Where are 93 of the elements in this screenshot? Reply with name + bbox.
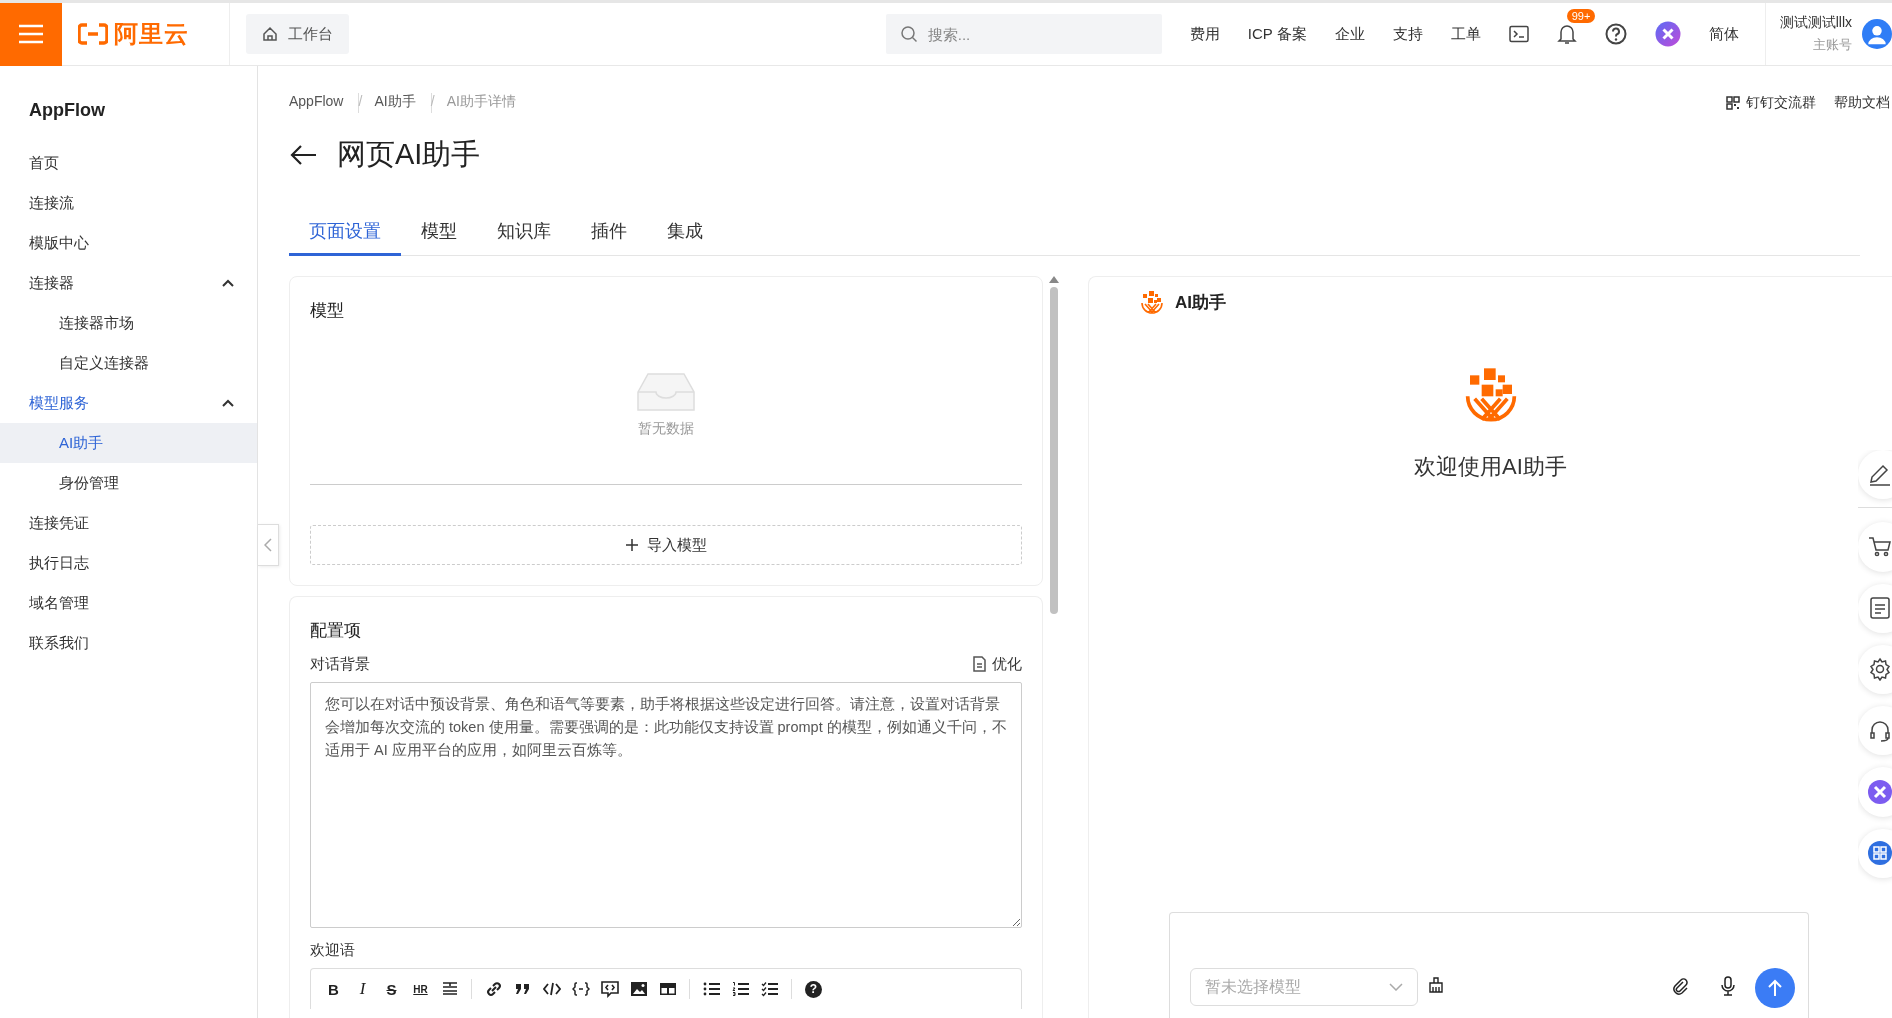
- nav-link[interactable]: 企业: [1334, 24, 1365, 44]
- language-link[interactable]: 简体: [1708, 24, 1739, 44]
- plus-icon: [625, 538, 639, 552]
- search-field[interactable]: 搜索...: [885, 14, 1162, 54]
- tab[interactable]: 插件: [571, 213, 647, 256]
- paperclip-icon[interactable]: [1672, 977, 1688, 995]
- sidebar-item[interactable]: 自定义连接器: [0, 343, 257, 383]
- menu-icon: [18, 24, 44, 44]
- code-block-icon[interactable]: [571, 980, 590, 998]
- import-model-button[interactable]: 导入模型: [310, 525, 1022, 565]
- breadcrumb-current: AI助手详情: [446, 93, 516, 111]
- header-link[interactable]: 钉钉交流群: [1726, 94, 1816, 112]
- sidebar-item[interactable]: 模版中心: [0, 223, 257, 263]
- apps-icon[interactable]: [1868, 841, 1892, 866]
- document-icon[interactable]: [1868, 596, 1892, 621]
- sidebar-item[interactable]: 连接凭证: [0, 503, 257, 543]
- heading-icon[interactable]: [440, 980, 459, 998]
- breadcrumb-link[interactable]: AI助手: [374, 93, 416, 113]
- nav-link[interactable]: 支持: [1392, 24, 1423, 44]
- nav-link[interactable]: 工单: [1450, 24, 1481, 44]
- chevron-icon: [221, 398, 235, 408]
- field-label: 欢迎语: [310, 940, 355, 960]
- collapse-handle[interactable]: [258, 524, 279, 566]
- chevron-left-icon: [264, 538, 272, 552]
- microphone-icon[interactable]: [1720, 976, 1736, 996]
- assistant-logo-icon: [1141, 291, 1163, 314]
- account-role: 主账号: [1813, 36, 1852, 54]
- scroll-up-icon[interactable]: [1049, 276, 1059, 283]
- field-label: 对话背景: [310, 654, 370, 674]
- help-icon[interactable]: [1604, 23, 1627, 45]
- hr-button[interactable]: HR: [408, 976, 433, 1002]
- sidebar-item[interactable]: 联系我们: [0, 623, 257, 663]
- comment-icon[interactable]: [600, 980, 619, 998]
- terminal-icon[interactable]: [1508, 25, 1529, 43]
- qr-code-icon: [1726, 96, 1740, 110]
- task-list-icon[interactable]: [760, 980, 779, 998]
- sidebar-item[interactable]: 连接流: [0, 183, 257, 223]
- code-icon[interactable]: [542, 980, 561, 998]
- card-title: 配置项: [310, 620, 362, 642]
- chevron-down-icon: [1389, 983, 1403, 991]
- bullet-list-icon[interactable]: [702, 980, 721, 998]
- tab[interactable]: 集成: [647, 213, 723, 256]
- sidebar-item[interactable]: 首页: [0, 143, 257, 183]
- breadcrumb-link[interactable]: AppFlow: [289, 93, 344, 113]
- image-icon[interactable]: [629, 980, 648, 998]
- italic-button[interactable]: I: [350, 976, 375, 1002]
- sidebar-item[interactable]: 连接器市场: [0, 303, 257, 343]
- chevron-icon: [221, 278, 235, 288]
- empty-text: 暂无数据: [638, 420, 694, 438]
- send-button[interactable]: [1755, 968, 1795, 1008]
- sidebar-item[interactable]: 域名管理: [0, 583, 257, 623]
- headset-icon[interactable]: [1868, 718, 1892, 743]
- edit-icon[interactable]: [1868, 462, 1892, 487]
- notification-badge: 99+: [1566, 9, 1596, 23]
- page-title: 网页AI助手: [337, 137, 481, 172]
- nav-link[interactable]: 费用: [1189, 24, 1220, 44]
- cross-logo-icon[interactable]: [1868, 780, 1892, 805]
- bell-icon[interactable]: [1556, 23, 1577, 45]
- broom-icon[interactable]: [1428, 977, 1444, 993]
- document-icon: [973, 656, 986, 672]
- arrow-up-icon: [1767, 979, 1783, 997]
- logo-icon: [78, 23, 108, 45]
- logo-text: 阿里云: [114, 19, 189, 49]
- back-arrow-icon[interactable]: [289, 144, 317, 166]
- background-field[interactable]: 您可以在对话中预设背景、角色和语气等要素，助手将根据这些设定进行回答。请注意，设置对话背景会增加每次交流的 token 使用量。需要强调的是：此功能仅支持设置 prompt 的模型，例如通义千问，不适用于 AI 应用平台的应用，如阿里云百炼等。: [310, 682, 1022, 928]
- sidebar-group[interactable]: 连接器: [0, 263, 257, 303]
- header-link[interactable]: 帮助文档: [1834, 94, 1890, 112]
- nav-link[interactable]: ICP 备案: [1247, 24, 1307, 44]
- user-name: 测试测试lllx: [1779, 14, 1852, 32]
- bold-button[interactable]: B: [321, 976, 346, 1002]
- sidebar-group[interactable]: 模型服务: [0, 383, 257, 423]
- tab[interactable]: 页面设置: [289, 213, 401, 256]
- sidebar-item[interactable]: 身份管理: [0, 463, 257, 503]
- sidebar-title: AppFlow: [28, 99, 106, 122]
- tab[interactable]: 知识库: [477, 213, 571, 256]
- chat-title: AI助手: [1175, 292, 1226, 314]
- tab[interactable]: 模型: [401, 213, 477, 256]
- table-icon[interactable]: [658, 980, 677, 998]
- menu-button[interactable]: [0, 2, 62, 66]
- ordered-list-icon[interactable]: [731, 980, 750, 998]
- workbench-button[interactable]: 工作台: [246, 14, 349, 54]
- help-button[interactable]: ?: [805, 980, 822, 998]
- welcome-text: 欢迎使用AI助手: [1414, 453, 1567, 481]
- cross-logo-icon[interactable]: [1654, 21, 1681, 47]
- strike-button[interactable]: S: [379, 976, 404, 1002]
- optimize-button[interactable]: 优化: [973, 654, 1022, 674]
- home-icon: [262, 26, 278, 42]
- card-title: 模型: [310, 300, 345, 322]
- cart-icon[interactable]: [1868, 534, 1892, 559]
- sidebar-item[interactable]: 执行日志: [0, 543, 257, 583]
- settings-icon[interactable]: [1868, 657, 1892, 682]
- link-icon[interactable]: [484, 980, 503, 998]
- sidebar-item[interactable]: AI助手: [0, 423, 257, 463]
